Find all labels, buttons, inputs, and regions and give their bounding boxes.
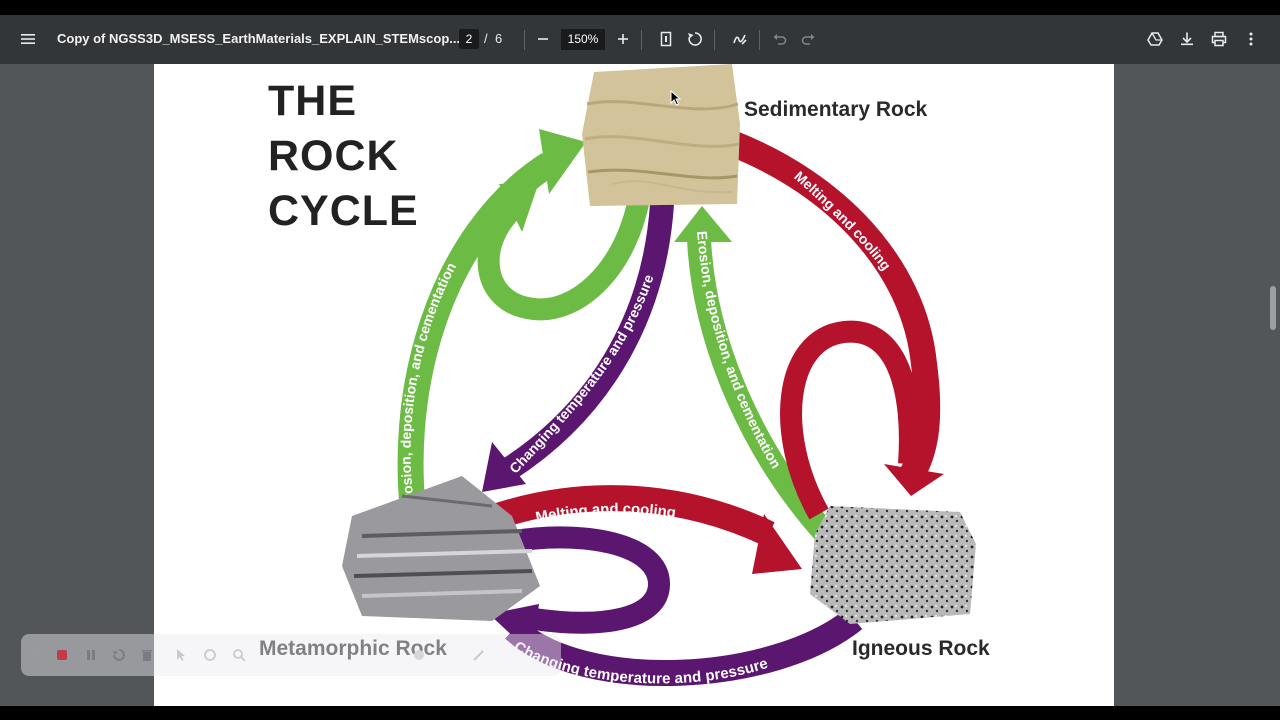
toolbar-divider	[641, 30, 642, 50]
camera-icon[interactable]	[411, 647, 427, 663]
pen-tool-icon[interactable]	[471, 647, 487, 663]
melting-loop	[780, 320, 921, 520]
mouse-cursor-icon	[670, 90, 682, 106]
undo-icon[interactable]	[765, 24, 795, 54]
erosion-loop	[477, 195, 650, 321]
fit-page-icon[interactable]	[651, 24, 681, 54]
current-page-input[interactable]: 2	[459, 29, 479, 49]
annotate-icon[interactable]	[725, 24, 755, 54]
print-icon[interactable]	[1204, 24, 1234, 54]
toolbar-divider	[714, 30, 715, 50]
zoom-out-icon[interactable]	[528, 24, 558, 54]
rotate-icon[interactable]	[680, 24, 710, 54]
document-title: Copy of NGSS3D_MSESS_EarthMaterials_EXPL…	[57, 31, 461, 46]
igneous-rock-label: Igneous Rock	[852, 637, 990, 660]
restart-icon[interactable]	[111, 647, 127, 663]
total-pages: 6	[495, 31, 503, 46]
spotlight-tool-icon[interactable]	[202, 647, 218, 663]
toolbar-divider	[759, 30, 760, 50]
page-separator: /	[484, 31, 488, 46]
igneous-rock-image	[810, 506, 976, 624]
pdf-page: THE ROCK CYCLE osion, deposition, and ce…	[154, 64, 1114, 706]
toolbar-divider	[524, 30, 525, 50]
zoom-tool-icon[interactable]	[231, 647, 247, 663]
drive-icon[interactable]	[1140, 24, 1170, 54]
redo-icon[interactable]	[793, 24, 823, 54]
pdf-toolbar: Copy of NGSS3D_MSESS_EarthMaterials_EXPL…	[0, 15, 1280, 64]
delete-icon[interactable]	[139, 647, 155, 663]
pause-icon[interactable]	[83, 647, 99, 663]
pointer-tool-icon[interactable]	[173, 647, 189, 663]
menu-icon[interactable]	[13, 24, 43, 54]
drag-handle-icon[interactable]	[27, 647, 43, 663]
zoom-level-input[interactable]: 150%	[561, 29, 605, 50]
sedimentary-rock-image	[582, 64, 740, 206]
more-icon[interactable]	[1236, 24, 1266, 54]
sedimentary-rock-label: Sedimentary Rock	[744, 98, 928, 121]
erosion-arrow-left-head	[539, 129, 586, 194]
metamorphic-rock-image	[342, 476, 540, 621]
screen-recorder-toolbar	[21, 634, 561, 676]
changing-arrow-middle	[502, 203, 674, 480]
pdf-viewer[interactable]: THE ROCK CYCLE osion, deposition, and ce…	[0, 64, 1280, 706]
stop-recording-icon[interactable]	[54, 647, 70, 663]
zoom-in-icon[interactable]	[608, 24, 638, 54]
melting-label-right: Melting and cooling	[791, 168, 894, 273]
vertical-scrollbar[interactable]	[1270, 286, 1276, 330]
download-icon[interactable]	[1172, 24, 1202, 54]
